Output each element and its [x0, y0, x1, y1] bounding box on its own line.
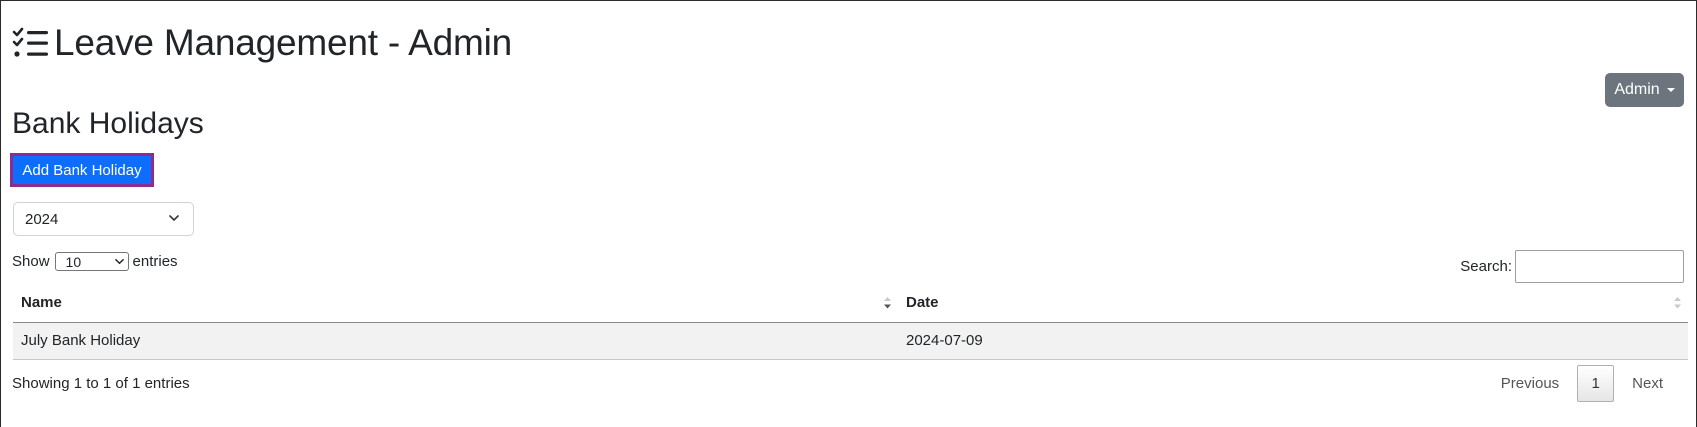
- cell-date: 2024-07-09: [898, 322, 1688, 360]
- admin-menu-button[interactable]: Admin: [1605, 73, 1684, 107]
- page-length-value: 10: [65, 253, 82, 270]
- admin-menu-label: Admin: [1614, 81, 1660, 98]
- pagination: Previous 1 Next: [1483, 365, 1681, 402]
- year-select[interactable]: 2024: [13, 202, 194, 236]
- page-1-button[interactable]: 1: [1577, 365, 1615, 402]
- next-page-button[interactable]: Next: [1614, 375, 1681, 392]
- column-header-date-label: Date: [906, 293, 939, 311]
- entries-label: entries: [132, 253, 178, 270]
- sort-descending-icon: [884, 297, 891, 309]
- add-bank-holiday-button[interactable]: Add Bank Holiday: [10, 153, 154, 187]
- search-label: Search:: [1460, 258, 1512, 275]
- column-header-name-label: Name: [21, 293, 62, 311]
- sort-icon: [1674, 297, 1681, 309]
- table-search: Search:: [1460, 250, 1684, 283]
- show-label: Show: [12, 253, 50, 270]
- year-select-value: 2024: [25, 210, 59, 228]
- table-header-row: Name Date: [13, 283, 1688, 323]
- table-row: July Bank Holiday 2024-07-09: [13, 322, 1688, 360]
- column-header-name[interactable]: Name: [13, 283, 898, 323]
- task-list-icon: [12, 27, 48, 57]
- chevron-down-icon: [169, 215, 179, 221]
- previous-page-button[interactable]: Previous: [1483, 375, 1577, 392]
- search-input[interactable]: [1515, 250, 1684, 283]
- table-info: Showing 1 to 1 of 1 entries: [12, 375, 190, 392]
- page-length-select[interactable]: 10: [54, 252, 129, 271]
- caret-down-icon: [1666, 88, 1675, 92]
- chevron-down-icon: [114, 258, 124, 265]
- cell-name: July Bank Holiday: [13, 322, 898, 360]
- app-title-text: Leave Management - Admin: [54, 22, 512, 63]
- page-title: Bank Holidays: [12, 107, 204, 140]
- app-title: Leave Management - Admin: [12, 21, 512, 65]
- bank-holidays-table: Name Date July Bank Holiday 2024-07-09: [13, 283, 1688, 360]
- page-length-control: Show 10 entries: [12, 252, 178, 271]
- column-header-date[interactable]: Date: [898, 283, 1688, 323]
